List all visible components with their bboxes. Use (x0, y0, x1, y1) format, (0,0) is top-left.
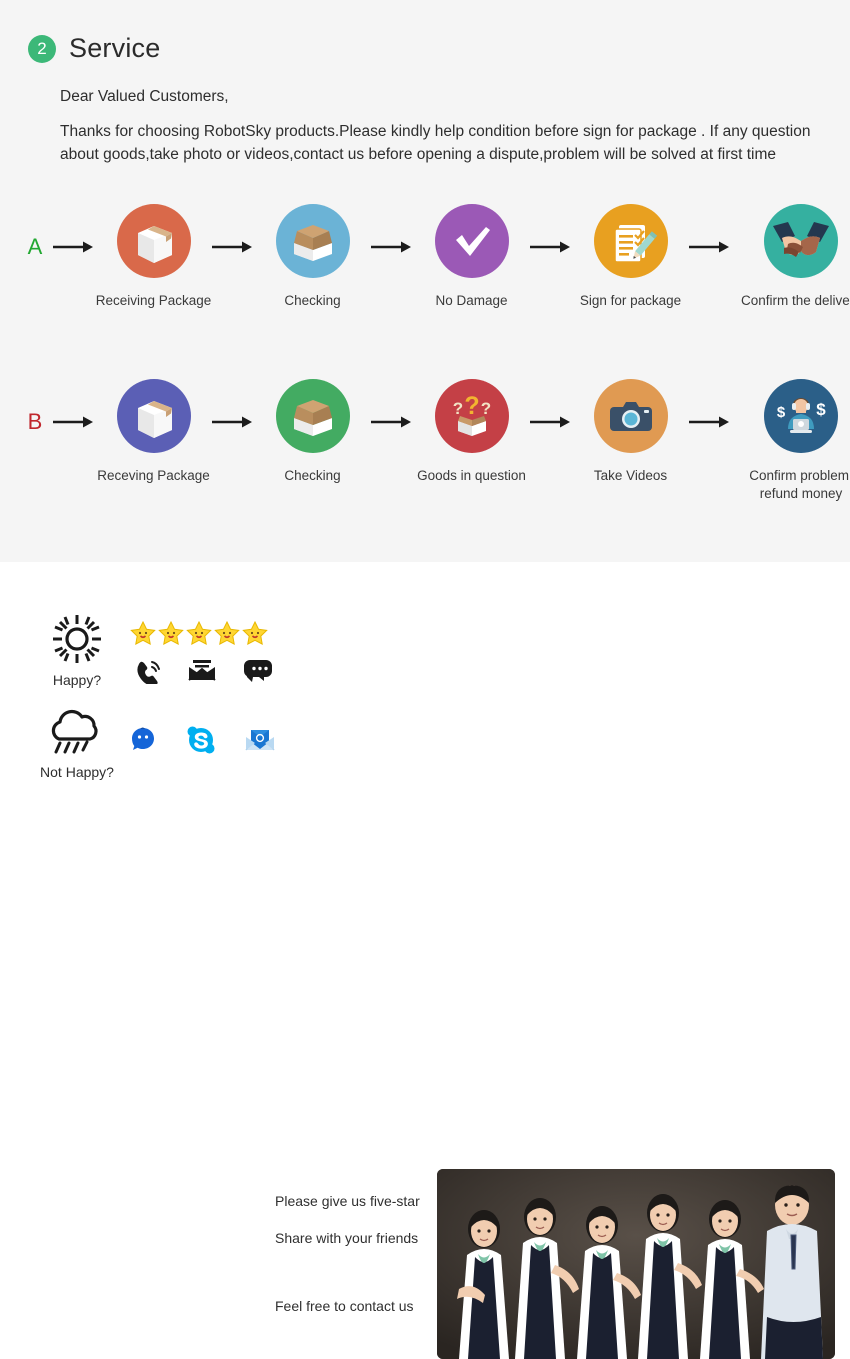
skype-icon[interactable] (186, 725, 216, 760)
happy-contact-icons (135, 658, 273, 689)
speech-bubble-icon[interactable] (241, 658, 273, 689)
closed-box-icon (116, 204, 191, 278)
intro-body: Thanks for choosing RobotSky products.Pl… (60, 122, 811, 164)
service-section: 2 Service Dear Valued Customers, Thanks … (0, 0, 850, 562)
flow-step-label: Receiving Package (95, 293, 212, 308)
open-box-icon (275, 204, 350, 278)
flow-step-checking-a[interactable]: Checking (259, 204, 366, 310)
trade-manager-icon[interactable] (128, 725, 158, 760)
svg-text:$: $ (777, 404, 786, 421)
star-icon (158, 620, 184, 651)
star-icon (242, 620, 268, 651)
star-icon (186, 620, 212, 651)
caption-contact: Feel free to contact us (275, 1298, 414, 1314)
not-happy-contact-icons (128, 725, 276, 760)
section-number-badge: 2 (28, 34, 56, 63)
arrow-icon (366, 379, 418, 465)
customer-service-team-photo (437, 1169, 835, 1359)
open-box-icon (275, 379, 350, 453)
phone-ring-icon[interactable] (135, 658, 163, 689)
arrow-icon (525, 379, 577, 465)
flow-step-label: Checking (284, 468, 341, 483)
svg-text:$: $ (816, 400, 826, 419)
flow-step-sign-for-package[interactable]: Sign for package (577, 204, 684, 310)
arrow-icon (366, 204, 418, 290)
camera-icon (593, 379, 668, 453)
flow-step-goods-in-question[interactable]: ? ? ? Goods in question (417, 379, 526, 485)
star-rating (130, 620, 268, 651)
flow-step-no-damage[interactable]: No Damage (418, 204, 525, 310)
mood-not-happy-label: Not Happy? (40, 764, 114, 780)
service-page: 2 Service Dear Valued Customers, Thanks … (0, 0, 850, 1359)
flow-step-label: Goods in question (417, 468, 526, 483)
flow-step-label: Confirm problem, refund money (749, 468, 850, 502)
page-title: Service (69, 33, 161, 63)
arrow-icon (684, 379, 736, 465)
support-agent-money-icon: $ $ (764, 379, 838, 453)
flow-step-label: No Damage (435, 293, 508, 308)
flow-step-receiving-package-a[interactable]: Receiving Package (96, 204, 211, 310)
flow-step-label: Confirm the delivery (740, 293, 850, 308)
caption-five-star: Please give us five-star (275, 1193, 420, 1209)
flow-step-take-videos[interactable]: Take Videos (577, 379, 684, 485)
star-icon (214, 620, 240, 651)
arrow-icon (525, 204, 577, 290)
flow-step-receiving-package-b[interactable]: Receving Package (97, 379, 210, 485)
mood-happy: Happy? (38, 610, 116, 688)
flow-letter-a: A (27, 234, 43, 259)
handshake-icon (764, 204, 838, 278)
contact-section: Happy? Not Happy? Please give us five-st… (0, 562, 850, 1359)
envelope-icon[interactable] (187, 658, 217, 689)
clipboard-pencil-icon (593, 204, 668, 278)
checkmark-icon (434, 204, 509, 278)
star-icon (130, 620, 156, 651)
question-box-icon: ? ? ? (434, 379, 509, 453)
closed-box-icon (116, 379, 191, 453)
intro-greeting: Dear Valued Customers, (60, 88, 229, 105)
arrow-icon (684, 204, 736, 290)
flow-step-label: Take Videos (593, 468, 668, 483)
flow-step-label: Sign for package (579, 293, 682, 308)
arrow-icon (207, 204, 259, 290)
flow-row-b: B Receving Package Checking ? ? ? Goods … (22, 379, 850, 503)
arrow-icon (48, 204, 100, 290)
mood-happy-label: Happy? (52, 672, 102, 688)
sun-icon (38, 610, 116, 668)
intro-text: Dear Valued Customers, Thanks for choosi… (60, 85, 850, 167)
flow-step-checking-b[interactable]: Checking (259, 379, 366, 485)
flow-step-label: Checking (284, 293, 341, 308)
mood-not-happy: Not Happy? (38, 702, 116, 780)
flow-step-confirm-delivery[interactable]: Confirm the delivery (736, 204, 850, 310)
svg-text:?: ? (480, 399, 490, 418)
flow-step-label: Receving Package (97, 468, 210, 483)
svg-text:?: ? (452, 399, 462, 418)
arrow-icon (207, 379, 259, 465)
mail-envelope-icon[interactable] (244, 726, 276, 759)
section-header: 2 Service (28, 33, 160, 64)
flow-letter-b: B (27, 409, 43, 434)
flow-step-confirm-problem-refund[interactable]: $ $ Confirm problem, refund money (736, 379, 850, 503)
rain-cloud-icon (38, 702, 116, 760)
svg-text:?: ? (464, 392, 479, 420)
arrow-icon (48, 379, 100, 465)
caption-share: Share with your friends (275, 1230, 419, 1246)
flow-row-a: A Receiving Package Checking No Damage S… (22, 204, 850, 310)
